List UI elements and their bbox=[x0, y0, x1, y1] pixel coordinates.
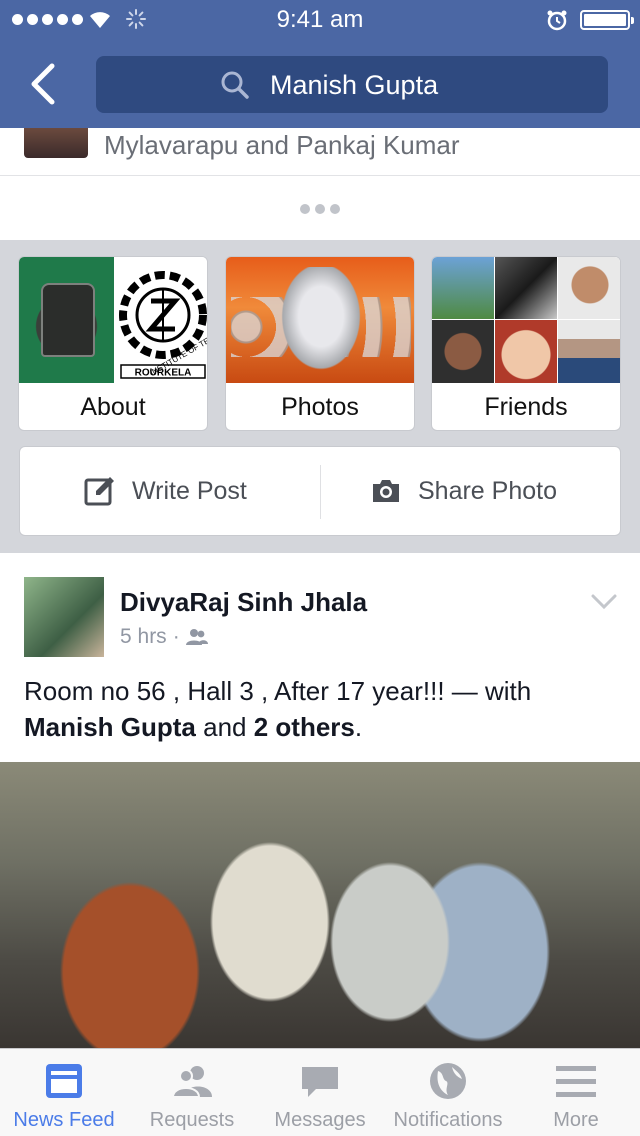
globe-icon bbox=[430, 1063, 466, 1099]
messages-icon bbox=[302, 1067, 338, 1097]
tab-news-feed[interactable]: News Feed bbox=[0, 1049, 128, 1136]
post-author[interactable]: DivyaRaj Sinh Jhala bbox=[120, 587, 367, 618]
post-text-main: Room no 56 , Hall 3 , After 17 year!!! —… bbox=[24, 676, 532, 706]
top-header: 9:41 am Manish Gupta bbox=[0, 0, 640, 128]
tab-photos[interactable]: Photos bbox=[225, 256, 415, 431]
search-icon bbox=[221, 71, 249, 99]
others-link[interactable]: 2 others bbox=[254, 712, 355, 742]
tile-label-friends: Friends bbox=[484, 393, 568, 421]
tab-more[interactable]: More bbox=[512, 1049, 640, 1136]
alarm-icon bbox=[547, 10, 567, 31]
friends-image-grid bbox=[432, 257, 620, 383]
divider bbox=[0, 175, 640, 176]
tab-label-notifications: Notifications bbox=[393, 1109, 503, 1131]
tab-friends[interactable]: Friends bbox=[431, 256, 621, 431]
tagged-person-link[interactable]: Manish Gupta bbox=[24, 712, 196, 742]
write-post-label: Write Post bbox=[132, 476, 247, 505]
post-text: Room no 56 , Hall 3 , After 17 year!!! —… bbox=[24, 673, 624, 745]
post-time[interactable]: 5 hrs bbox=[120, 625, 167, 649]
menu-icon bbox=[556, 1066, 596, 1097]
photos-image bbox=[226, 257, 414, 383]
tab-label-more: More bbox=[553, 1109, 599, 1131]
tile-label-photos: Photos bbox=[281, 393, 359, 421]
news-feed-icon bbox=[46, 1064, 82, 1098]
tile-label-about: About bbox=[80, 393, 146, 421]
more-dots-icon[interactable] bbox=[300, 204, 340, 214]
friend-thumbnail[interactable] bbox=[24, 128, 88, 158]
requests-icon bbox=[172, 1066, 212, 1098]
tab-label-messages: Messages bbox=[274, 1109, 366, 1131]
compose-icon bbox=[84, 477, 114, 506]
post-photo[interactable] bbox=[0, 762, 640, 1048]
post-text-and: and bbox=[195, 712, 254, 742]
action-bar: Write Post Share Photo bbox=[19, 446, 621, 536]
about-image: ROURKELA INSTITUTE OF TE bbox=[19, 257, 207, 383]
emblem-image bbox=[19, 257, 114, 383]
post-meta: 5 hrs · bbox=[120, 625, 208, 649]
tab-label-requests: Requests bbox=[149, 1109, 235, 1131]
feed-post: DivyaRaj Sinh Jhala 5 hrs · Room no 56 ,… bbox=[0, 553, 640, 1048]
action-divider bbox=[320, 465, 321, 519]
institute-logo: ROURKELA INSTITUTE OF TE bbox=[119, 271, 207, 379]
battery-icon bbox=[580, 10, 634, 30]
status-bar: 9:41 am bbox=[0, 0, 640, 40]
friends-icon bbox=[185, 629, 208, 645]
meta-separator: · bbox=[172, 625, 180, 648]
chevron-down-icon[interactable] bbox=[590, 593, 618, 611]
write-post-button[interactable]: Write Post bbox=[84, 447, 247, 535]
status-time: 9:41 am bbox=[276, 6, 364, 33]
mutual-friends-block: Mylavarapu and Pankaj Kumar bbox=[0, 128, 640, 240]
tab-messages[interactable]: Messages bbox=[256, 1049, 384, 1136]
share-photo-label: Share Photo bbox=[418, 476, 557, 505]
bottom-tab-bar: News Feed Requests Messages Notification… bbox=[0, 1048, 640, 1136]
search-query-text: Manish Gupta bbox=[270, 70, 439, 100]
tab-about[interactable]: ROURKELA INSTITUTE OF TE About bbox=[18, 256, 208, 431]
mutual-friends-text[interactable]: Mylavarapu and Pankaj Kumar bbox=[104, 130, 460, 161]
share-photo-button[interactable]: Share Photo bbox=[370, 447, 557, 535]
post-text-end: . bbox=[354, 712, 363, 742]
tab-requests[interactable]: Requests bbox=[128, 1049, 256, 1136]
camera-icon bbox=[373, 480, 399, 502]
back-chevron-icon[interactable] bbox=[26, 60, 62, 108]
author-avatar[interactable] bbox=[24, 577, 104, 657]
tab-notifications[interactable]: Notifications bbox=[384, 1049, 512, 1136]
search-bar[interactable]: Manish Gupta bbox=[96, 56, 608, 113]
